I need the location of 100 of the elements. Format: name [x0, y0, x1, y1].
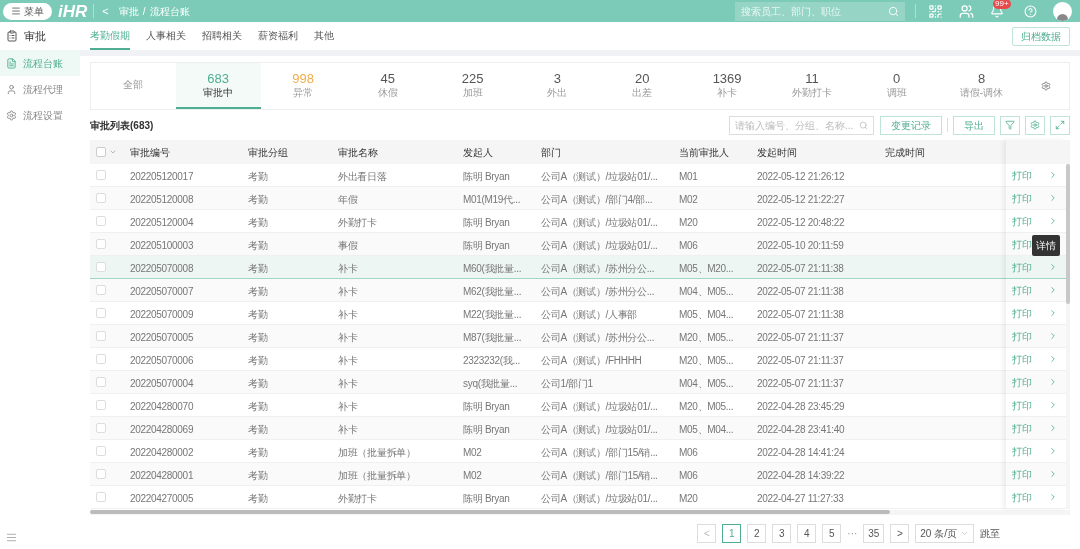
archive-button[interactable]: 归档数据 — [1012, 26, 1070, 46]
stat-tab[interactable]: 998 异常 — [260, 63, 346, 109]
tab[interactable]: 其他 — [314, 22, 334, 50]
row-checkbox[interactable] — [96, 308, 106, 318]
vertical-scrollbar[interactable] — [1066, 164, 1070, 304]
filter-button[interactable] — [1000, 115, 1020, 135]
print-link[interactable]: 打印 — [1012, 489, 1032, 505]
row-checkbox[interactable] — [96, 492, 106, 502]
stat-tab[interactable]: 20 出差 — [599, 63, 685, 109]
row-checkbox[interactable] — [96, 469, 106, 479]
horizontal-scrollbar[interactable] — [90, 510, 890, 514]
row-checkbox[interactable] — [96, 331, 106, 341]
sidebar-item[interactable]: 流程设置 — [0, 102, 80, 128]
table-cell: M06 — [679, 447, 698, 458]
page-button[interactable]: 3 — [772, 524, 792, 543]
table-row[interactable]: 202205070008 考勤 补卡 M60(我批量... 公司A（测试）/苏州分公... M05、M20... 2022-05-07 21:11:38 — [90, 256, 1006, 279]
table-cell: 202204280001 — [130, 470, 194, 481]
table-cell: 外出看日落 — [338, 171, 387, 182]
qr-code-icon[interactable] — [928, 3, 943, 19]
row-checkbox[interactable] — [96, 193, 106, 203]
column-settings-button[interactable] — [1025, 115, 1045, 135]
table-cell: 考勤 — [248, 355, 268, 366]
page-button[interactable]: 2 — [747, 524, 767, 543]
search-field[interactable]: 搜索员工、部门、职位 — [735, 1, 905, 21]
table-cell: 202204280069 — [130, 424, 194, 435]
row-checkbox[interactable] — [96, 239, 106, 249]
fullscreen-button[interactable] — [1050, 115, 1070, 135]
table-cell: 公司A（测试）/垃圾站01/... — [541, 401, 658, 412]
table-row[interactable]: 202205070007 考勤 补卡 M62(我批量... 公司A（测试）/苏州分公... M04、M05... 2022-05-07 21:11:38 — [90, 279, 1006, 302]
table-cell: 补卡 — [338, 309, 358, 320]
sidebar-item[interactable]: 流程代理 — [0, 76, 80, 102]
menu-button[interactable]: 菜单 — [3, 2, 52, 20]
table-cell: 考勤 — [248, 171, 268, 182]
tab[interactable]: 人事相关 — [146, 22, 186, 50]
sidebar-item[interactable]: 流程台账 — [0, 50, 80, 76]
table-cell: 202205070005 — [130, 332, 194, 343]
collapse-icon[interactable] — [6, 532, 17, 543]
notification-icon[interactable] — [990, 4, 1004, 18]
table-cell: 2022-04-28 23:41:40 — [757, 424, 845, 435]
stat-tab[interactable]: 全部 — [91, 63, 176, 109]
change-log-button[interactable]: 变更记录 — [880, 115, 942, 135]
help-icon[interactable] — [1024, 4, 1037, 18]
print-link[interactable]: 打印 — [1012, 236, 1032, 252]
dropdown-icon[interactable] — [109, 148, 117, 156]
print-link[interactable]: 打印 — [1012, 397, 1032, 413]
table-cell: 考勤 — [248, 286, 268, 297]
stat-tab[interactable]: 0 调班 — [854, 63, 940, 109]
stat-tab[interactable]: 683 审批中 — [175, 63, 261, 109]
table-cell: 加班（批量拆单） — [338, 470, 416, 481]
contacts-icon[interactable] — [959, 3, 974, 19]
table-row[interactable]: 202204280001 考勤 加班（批量拆单） M02 公司A（测试）/部门15/销... M06 2022-04-28 14:39:22 — [90, 463, 1006, 486]
table-row[interactable]: 202205070005 考勤 补卡 M87(我批量... 公司A（测试）/苏州分公... M20、M05... 2022-05-07 21:11:37 — [90, 325, 1006, 348]
page-button[interactable]: 5 — [822, 524, 842, 543]
row-checkbox[interactable] — [96, 216, 106, 226]
settings-icon[interactable] — [1041, 81, 1052, 91]
row-checkbox[interactable] — [96, 446, 106, 456]
gear-icon — [6, 109, 17, 121]
table-cell: 补卡 — [338, 355, 358, 366]
stat-tab[interactable]: 11 外勤打卡 — [769, 63, 855, 109]
table-cell: 事假 — [338, 240, 358, 251]
page-size-select[interactable]: 20 条/页 — [915, 524, 974, 543]
tab[interactable]: 考勤假期 — [90, 22, 130, 50]
stat-tab[interactable]: 45 休假 — [345, 63, 431, 109]
page-button[interactable]: 1 — [722, 524, 742, 543]
print-link[interactable]: 打印 — [1012, 213, 1032, 229]
table-cell: 公司A（测试）/垃圾站01/... — [541, 217, 658, 228]
row-checkbox[interactable] — [96, 377, 106, 387]
row-checkbox[interactable] — [96, 354, 106, 364]
table-row[interactable]: 202205100003 考勤 事假 陈明 Bryan 公司A（测试）/垃圾站01/... M06 2022-05-10 20:11:59 — [90, 233, 1006, 256]
stat-tab[interactable]: 3 外出 — [515, 63, 600, 109]
row-checkbox[interactable] — [96, 400, 106, 410]
tab[interactable]: 薪资福利 — [258, 22, 298, 50]
tab[interactable]: 招聘相关 — [202, 22, 242, 50]
stat-tab[interactable]: 1369 补卡 — [684, 63, 770, 109]
avatar[interactable] — [1053, 1, 1072, 21]
row-checkbox[interactable] — [96, 170, 106, 180]
page-button[interactable]: 4 — [797, 524, 817, 543]
next-page-button[interactable]: > — [890, 524, 910, 543]
row-checkbox[interactable] — [96, 262, 106, 272]
stat-tab[interactable]: 225 加班 — [430, 63, 516, 109]
print-link[interactable]: 打印 — [1012, 305, 1032, 321]
print-link[interactable]: 打印 — [1012, 167, 1032, 183]
stat-tab[interactable]: 8 请假-调休 — [939, 63, 1024, 109]
table-cell: M05、M04... — [679, 309, 734, 320]
stat-count: 0 — [893, 71, 901, 87]
table-cell: M04、M05... — [679, 378, 734, 389]
print-link[interactable]: 打印 — [1012, 443, 1032, 459]
page-button[interactable]: 35 — [863, 524, 885, 543]
table-row[interactable]: 202204280069 考勤 补卡 陈明 Bryan 公司A（测试）/垃圾站01/... M05、M04... 2022-04-28 23:41:40 — [90, 417, 1006, 440]
export-button[interactable]: 导出 — [953, 115, 995, 135]
table-row[interactable]: 202205070004 考勤 补卡 syq(我批量... 公司1/部门1 M04、M05... 2022-05-07 21:11:37 — [90, 371, 1006, 394]
table-row[interactable]: 202205120008 考勤 年假 M01(M19代... 公司A（测试）/部门4/部... M02 2022-05-12 21:22:27 — [90, 187, 1006, 210]
select-all-checkbox[interactable] — [96, 147, 106, 157]
table-cell: 陈明 Bryan — [463, 240, 510, 251]
print-link[interactable]: 打印 — [1012, 351, 1032, 367]
row-checkbox[interactable] — [96, 285, 106, 295]
row-checkbox[interactable] — [96, 423, 106, 433]
column-header: 部门 — [541, 145, 562, 160]
table-cell: 陈明 Bryan — [463, 217, 510, 228]
table-cell: 公司A（测试）/垃圾站01/... — [541, 493, 658, 504]
